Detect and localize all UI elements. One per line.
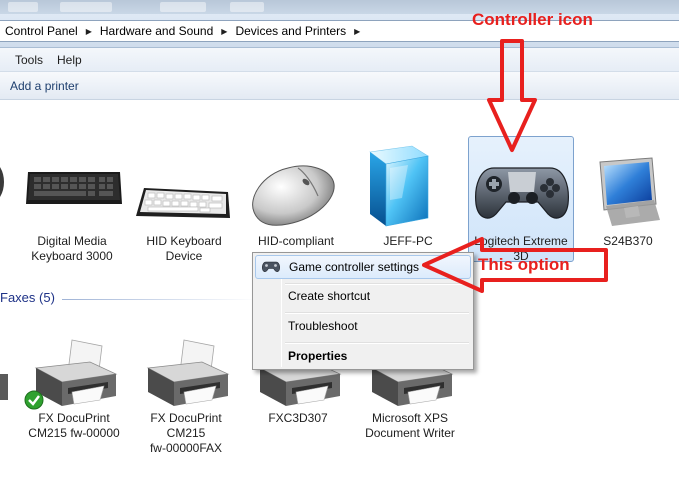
device-label: Digital Media Keyboard 3000	[22, 234, 122, 264]
printer-icon	[146, 339, 230, 406]
menu-item-label: Game controller settings	[289, 260, 420, 274]
device-digital-media-keyboard[interactable]: Digital Media Keyboard 3000	[22, 160, 122, 270]
printer-label: FX DocuPrint CM215 fw-00000FAX	[134, 411, 238, 456]
printer-label-line: Microsoft XPS	[371, 411, 449, 425]
printer-label: FX DocuPrint CM215 fw-00000	[22, 411, 126, 441]
annotation-controller-icon: Controller icon	[472, 10, 593, 29]
menu-tools[interactable]: Tools	[8, 53, 50, 67]
device-label-line: Keyboard 3000	[31, 249, 113, 263]
breadcrumb-label: Devices and Printers	[235, 24, 347, 38]
gamepad-icon	[262, 261, 280, 272]
printer-label-line: FX DocuPrint	[150, 411, 222, 425]
breadcrumb-item-control-panel[interactable]: Control Panel ▶	[0, 24, 94, 38]
command-bar: Add a printer	[0, 72, 679, 100]
device-label-line: Digital Media	[37, 234, 107, 248]
chevron-right-icon[interactable]: ▶	[219, 27, 229, 36]
device-hid-keyboard[interactable]: HID Keyboard Device	[134, 160, 234, 270]
menu-item-label: Properties	[288, 349, 348, 363]
device-label: HID Keyboard Device	[134, 234, 234, 264]
gamepad-icon	[475, 167, 569, 219]
annotation-this-option: This option	[478, 255, 570, 274]
printer-label-line: fw-00000FAX	[149, 441, 223, 455]
annotation-down-arrow-icon	[487, 39, 537, 152]
printer-fx-docuprint[interactable]: FX DocuPrint CM215 fw-00000	[22, 338, 126, 468]
mouse-icon	[252, 165, 335, 226]
menu-bar: Tools Help	[0, 48, 679, 72]
device-partial[interactable]	[0, 160, 6, 210]
keyboard-icon	[136, 188, 230, 218]
device-label: HID-compliant	[246, 234, 346, 249]
printer-label-line: CM215	[166, 426, 206, 440]
menu-item-label: Create shortcut	[288, 289, 371, 303]
printer-label-line: FX DocuPrint	[38, 411, 110, 425]
menu-item-troubleshoot[interactable]: Troubleshoot	[255, 314, 471, 338]
chevron-right-icon[interactable]: ▶	[352, 27, 362, 36]
menu-item-properties[interactable]: Properties	[255, 344, 471, 368]
keyboard-icon	[26, 172, 122, 204]
printer-label: FXC3D307	[246, 411, 350, 426]
printer-label-line: FXC3D307	[268, 411, 328, 425]
add-printer-button[interactable]: Add a printer	[10, 79, 79, 93]
menu-item-label: Troubleshoot	[288, 319, 358, 333]
default-check-icon	[24, 390, 44, 410]
printer-icon	[0, 374, 8, 400]
breadcrumb-label: Control Panel	[5, 24, 78, 38]
computer-cube-icon	[369, 145, 429, 227]
section-header-faxes[interactable]: Faxes (5)	[0, 290, 55, 305]
device-label-line: HID-compliant	[257, 234, 335, 248]
device-label-line: HID Keyboard	[146, 234, 222, 248]
chevron-right-icon[interactable]: ▶	[84, 27, 94, 36]
device-icon	[0, 167, 4, 197]
menu-help[interactable]: Help	[50, 53, 89, 67]
section-divider	[62, 299, 257, 300]
monitor-icon	[599, 157, 660, 226]
breadcrumb-label: Hardware and Sound	[99, 24, 214, 38]
printer-fx-docuprint-fax[interactable]: FX DocuPrint CM215 fw-00000FAX	[134, 338, 238, 478]
printer-label-line: CM215 fw-00000	[28, 426, 120, 440]
printer-label-line: Document Writer	[365, 426, 455, 440]
printer-label: Microsoft XPS Document Writer	[358, 411, 462, 441]
breadcrumb-item-hardware-and-sound[interactable]: Hardware and Sound ▶	[94, 24, 230, 38]
breadcrumb-item-devices-and-printers[interactable]: Devices and Printers ▶	[229, 24, 362, 38]
device-label-line: Device	[165, 249, 203, 263]
devices-and-printers-window: Control Panel ▶ Hardware and Sound ▶ Dev…	[0, 0, 679, 493]
